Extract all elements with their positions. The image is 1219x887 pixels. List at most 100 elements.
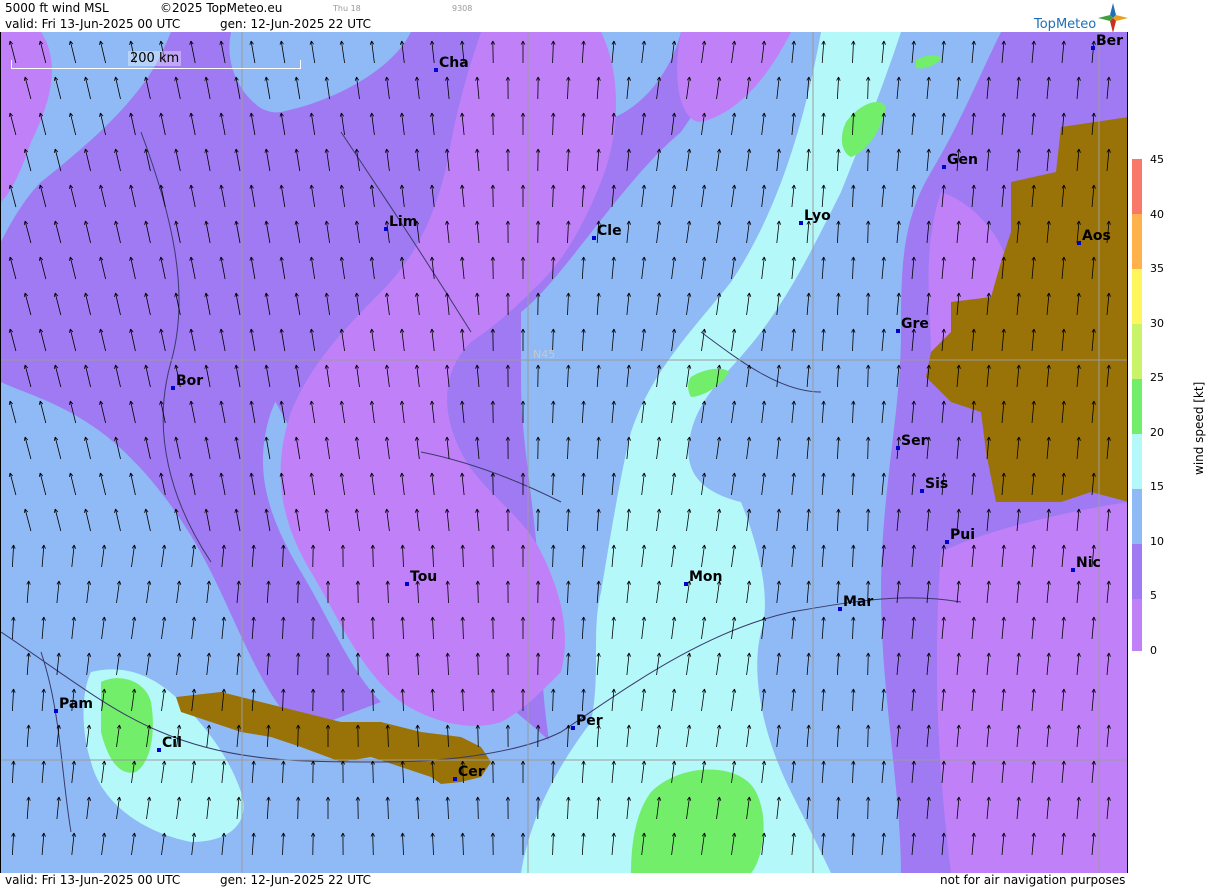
wind-arrow: [911, 256, 916, 280]
wind-arrow: [896, 508, 901, 532]
city-marker-dot: [384, 227, 388, 231]
scale-label: 200 km: [128, 51, 182, 66]
wind-arrow: [1016, 76, 1021, 100]
city-label: Mon: [689, 569, 723, 585]
wind-arrow: [1001, 184, 1006, 208]
wind-arrow: [986, 508, 991, 532]
wind-arrow: [926, 796, 931, 820]
city-label: Aos: [1082, 228, 1111, 244]
latitude-label: N45: [533, 348, 556, 361]
wind-arrow: [986, 76, 991, 100]
wind-arrow: [1046, 148, 1051, 172]
city-marker-dot: [54, 709, 58, 713]
wind-arrow: [1046, 76, 1051, 100]
footer-valid-time: valid: Fri 13-Jun-2025 00 UTC: [5, 873, 181, 887]
wind-arrow: [956, 436, 961, 460]
footer-bar: valid: Fri 13-Jun-2025 00 UTC gen: 12-Ju…: [0, 873, 1128, 887]
wind-arrow: [1106, 76, 1111, 100]
city-marker-dot: [920, 489, 924, 493]
legend-tick-label: 40: [1150, 207, 1164, 221]
city-marker-dot: [405, 582, 409, 586]
wind-arrow: [430, 184, 435, 208]
wind-arrow: [911, 616, 916, 640]
wind-arrow: [911, 544, 916, 568]
header-bar: 5000 ft wind MSL ©2025 TopMeteo.eu Thu 1…: [0, 0, 1128, 32]
wind-arrow: [971, 112, 976, 136]
product-title: 5000 ft wind MSL: [5, 1, 109, 15]
city-marker-dot: [453, 777, 457, 781]
wind-arrow: [941, 832, 946, 856]
wind-arrow: [1031, 40, 1036, 64]
city-marker-dot: [171, 386, 175, 390]
wind-arrow: [1016, 148, 1021, 172]
city-label: Tou: [410, 569, 438, 585]
wind-arrow: [941, 400, 946, 424]
legend-tick-label: 25: [1150, 371, 1164, 384]
city-label: Mar: [843, 594, 874, 610]
wind-arrow: [896, 724, 901, 748]
legend-tick-label: 0: [1150, 643, 1157, 657]
city-label: Lim: [389, 214, 418, 230]
city-label: Sis: [925, 476, 949, 492]
city-label: Pam: [59, 696, 93, 712]
legend-tick-label: 45: [1150, 153, 1164, 166]
city-label: Ber: [1096, 33, 1124, 49]
copyright: ©2025 TopMeteo.eu: [160, 1, 283, 15]
wind-arrow: [926, 508, 931, 532]
legend-tick-label: 30: [1150, 316, 1164, 330]
city-marker-dot: [799, 221, 803, 225]
city-label: Per: [576, 713, 603, 729]
wind-arrow: [490, 328, 496, 352]
city-marker-dot: [1091, 46, 1095, 50]
legend-tick-label: 35: [1150, 262, 1164, 275]
city-label: Cha: [439, 55, 469, 71]
city-label: Cil: [162, 735, 182, 751]
city-marker-dot: [684, 582, 688, 586]
wind-arrow: [971, 472, 976, 496]
logo-text: TopMeteo: [1034, 17, 1097, 32]
valid-time: valid: Fri 13-Jun-2025 00 UTC: [5, 17, 181, 31]
wind-arrow: [641, 112, 647, 136]
wind-arrow: [911, 328, 916, 352]
day-label: Thu 18: [333, 4, 361, 13]
wind-arrow: [911, 472, 916, 496]
city-marker-dot: [157, 748, 161, 752]
wind-arrow: [911, 760, 916, 784]
wind-arrow: [896, 652, 901, 676]
wind-arrow: [1076, 76, 1081, 100]
city-marker-dot: [1077, 241, 1081, 245]
wind-arrow: [475, 436, 480, 460]
city-label: Nic: [1076, 555, 1101, 571]
wind-arrow: [505, 364, 511, 388]
wind-arrow: [911, 688, 916, 712]
wind-arrow: [490, 472, 496, 496]
wind-arrow: [881, 616, 886, 640]
wind-map[interactable]: 200 km N45 Cha Ber Gen Lim Cle Lyo Aos Gre Bor Se…: [0, 32, 1128, 873]
wind-arrow: [926, 580, 931, 604]
generated-time: gen: 12-Jun-2025 22 UTC: [220, 17, 372, 31]
wind-arrow: [926, 724, 931, 748]
wind-arrow: [460, 400, 465, 424]
wind-arrow: [911, 832, 916, 856]
legend-tick-label: 5: [1150, 589, 1157, 602]
compass-star-icon: [1098, 3, 1128, 33]
city-marker-dot: [592, 236, 596, 240]
wind-arrow: [294, 364, 301, 388]
wind-arrow: [971, 184, 976, 208]
topmeteo-logo: TopMeteo: [1030, 3, 1128, 33]
legend-tick-label: 15: [1150, 480, 1164, 493]
city-label: Cle: [597, 223, 622, 239]
legend-color-bar: [1132, 159, 1142, 651]
wind-arrow: [911, 400, 916, 424]
wind-arrow: [1001, 112, 1006, 136]
footer-disclaimer: not for air navigation purposes: [940, 873, 1126, 887]
city-label: Ser: [901, 433, 928, 449]
wind-arrow: [671, 112, 677, 136]
wind-arrow: [926, 220, 931, 244]
city-label: Bor: [176, 373, 204, 389]
wind-arrow: [656, 76, 662, 100]
legend-tick-label: 20: [1150, 425, 1164, 439]
code-label: 9308: [452, 4, 473, 13]
wind-arrow: [1001, 40, 1006, 64]
wind-arrow: [490, 400, 496, 424]
